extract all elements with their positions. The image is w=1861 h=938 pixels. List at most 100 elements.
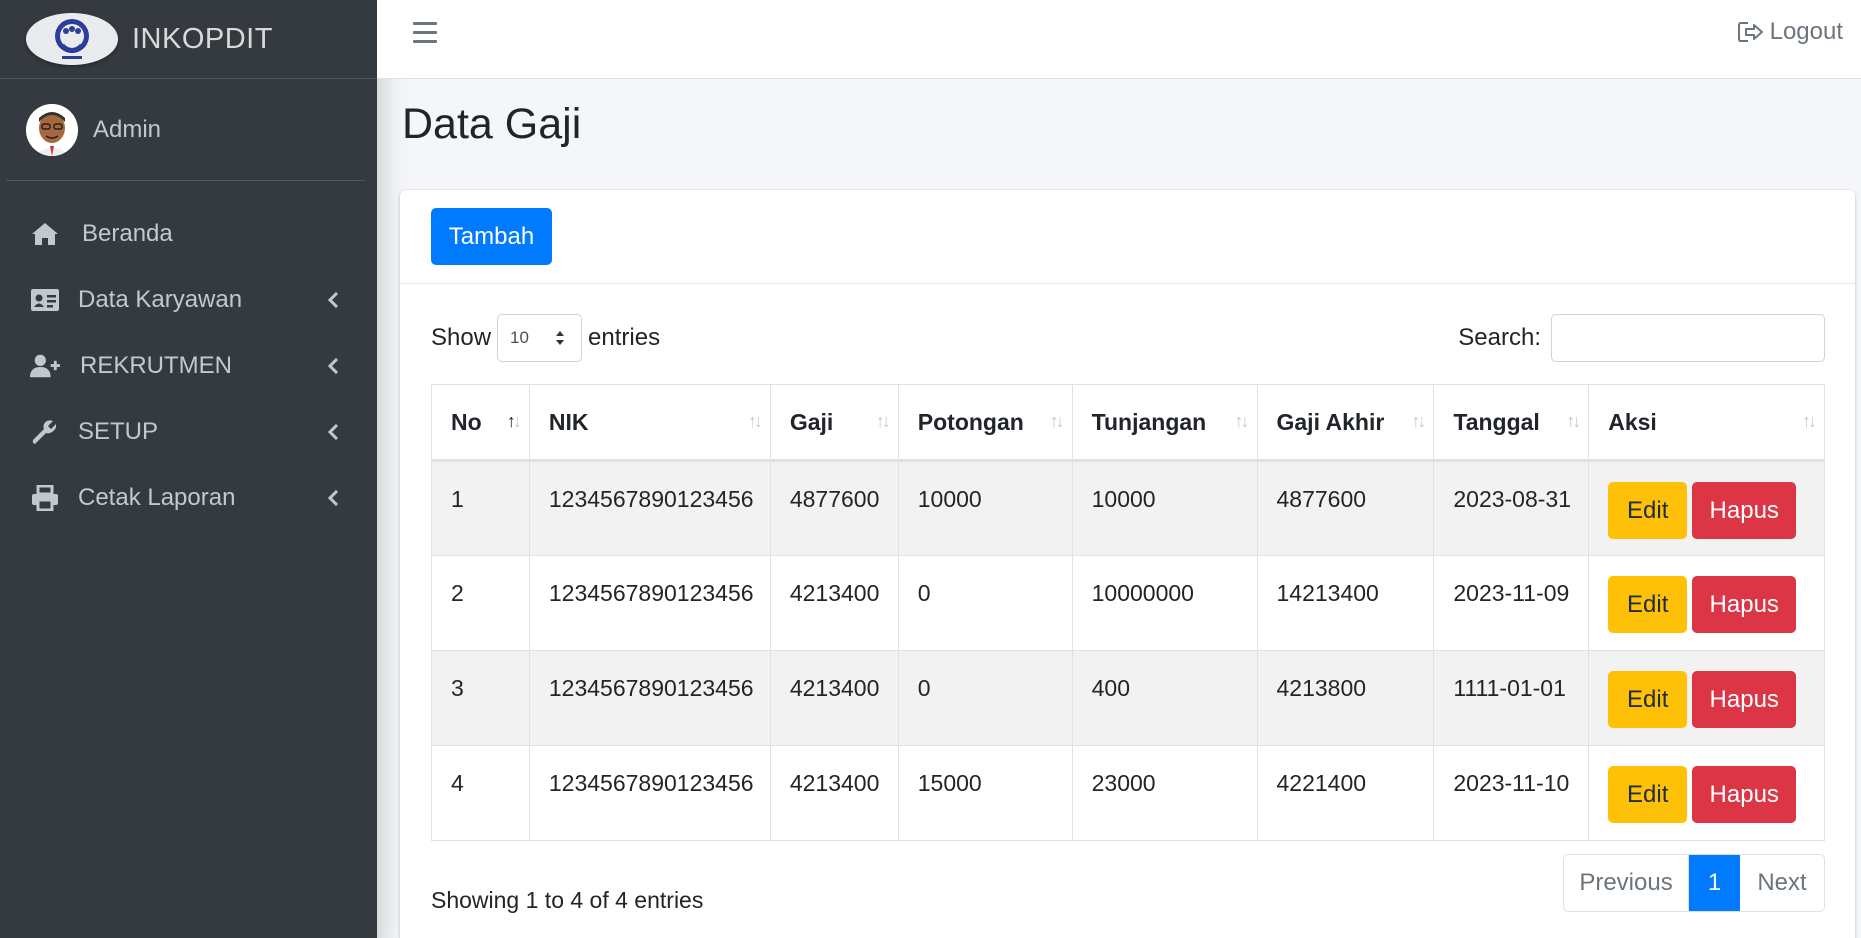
salary-table: No ↑↓ NIK ↑↓ Gaji ↑↓ Potongan ↑↓ Tunjangan ↑↓… [431, 384, 1825, 841]
sort-icon: ↑↓ [1566, 411, 1581, 431]
sidebar-item-label: REKRUTMEN [80, 352, 233, 379]
page-1-button[interactable]: 1 [1689, 855, 1740, 911]
cell-aksi: Edit Hapus [1588, 745, 1825, 841]
entries-label: entries [588, 324, 661, 351]
table-info: Showing 1 to 4 of 4 entries [431, 887, 704, 913]
cell-tanggal: 2023-11-09 [1433, 555, 1590, 651]
edit-button[interactable]: Edit [1608, 671, 1688, 728]
avatar [26, 103, 78, 156]
edit-button[interactable]: Edit [1608, 576, 1688, 633]
menu-toggle-icon[interactable] [413, 22, 437, 44]
cell-aksi: Edit Hapus [1588, 555, 1825, 651]
sidebar-item-rekrutmen[interactable]: REKRUTMEN [0, 333, 377, 399]
cell-no: 1 [431, 460, 530, 556]
pagination: Previous 1 Next [1563, 854, 1825, 912]
sidebar: INKOPDIT Admin Beranda Data Karyawan REK… [0, 0, 377, 938]
search-input[interactable] [1551, 314, 1825, 362]
chevron-left-icon [327, 488, 341, 508]
cell-aksi: Edit Hapus [1588, 650, 1825, 746]
cell-potongan: 0 [897, 650, 1073, 746]
card-header: Tambah [400, 190, 1855, 284]
add-button[interactable]: Tambah [431, 208, 552, 265]
sort-icon: ↑↓ [1802, 411, 1817, 431]
show-label: Show [431, 324, 492, 351]
column-header-gaji[interactable]: Gaji ↑↓ [769, 384, 899, 462]
search-label: Search: [1458, 324, 1541, 351]
sign-out-icon [1737, 22, 1763, 42]
logout-link[interactable]: Logout [1737, 18, 1843, 46]
column-header-tanggal[interactable]: Tanggal ↑↓ [1433, 384, 1590, 462]
sort-arrows-icon [556, 331, 565, 345]
column-header-no[interactable]: No ↑↓ [431, 384, 530, 462]
user-name: Admin [93, 115, 162, 143]
table-header-row: No ↑↓ NIK ↑↓ Gaji ↑↓ Potongan ↑↓ Tunjangan ↑↓… [431, 384, 1825, 462]
delete-button[interactable]: Hapus [1692, 766, 1797, 823]
sidebar-item-setup[interactable]: SETUP [0, 399, 377, 465]
sort-icon: ↑↓ [1411, 411, 1426, 431]
previous-page-button[interactable]: Previous [1564, 855, 1689, 911]
column-header-gaji-akhir[interactable]: Gaji Akhir ↑↓ [1256, 384, 1435, 462]
sidebar-item-cetak-laporan[interactable]: Cetak Laporan [0, 465, 377, 531]
chevron-left-icon [327, 356, 341, 376]
cell-potongan: 15000 [897, 745, 1073, 841]
user-plus-icon [30, 351, 60, 381]
chevron-left-icon [327, 290, 341, 310]
cell-tunjangan: 23000 [1071, 745, 1258, 841]
search-control: Search: [1458, 314, 1825, 362]
sort-icon: ↑↓ [747, 411, 763, 431]
logout-label: Logout [1769, 18, 1843, 45]
sort-asc-icon: ↑↓ [506, 411, 522, 431]
edit-button[interactable]: Edit [1608, 766, 1688, 823]
brand-name: INKOPDIT [132, 22, 273, 55]
cell-tunjangan: 10000000 [1071, 555, 1258, 651]
cell-nik: 1234567890123456 [528, 745, 771, 841]
delete-button[interactable]: Hapus [1692, 576, 1797, 633]
delete-button[interactable]: Hapus [1692, 671, 1797, 728]
cell-tunjangan: 10000 [1071, 460, 1258, 556]
sidebar-item-beranda[interactable]: Beranda [0, 201, 377, 267]
cell-nik: 1234567890123456 [528, 555, 771, 651]
column-header-aksi[interactable]: Aksi ↑↓ [1588, 384, 1825, 462]
sort-icon: ↑↓ [875, 411, 891, 431]
id-card-icon [30, 285, 60, 315]
sidebar-item-label: Data Karyawan [78, 286, 243, 313]
wrench-icon [30, 417, 60, 447]
delete-button[interactable]: Hapus [1692, 482, 1797, 539]
edit-button[interactable]: Edit [1608, 482, 1688, 539]
cell-no: 2 [431, 555, 530, 651]
sort-icon: ↑↓ [1234, 411, 1250, 431]
cell-gaji: 4877600 [769, 460, 899, 556]
home-icon [30, 219, 60, 249]
sidebar-item-label: Beranda [82, 220, 173, 247]
cell-nik: 1234567890123456 [528, 460, 771, 556]
cell-no: 3 [431, 650, 530, 746]
column-header-potongan[interactable]: Potongan ↑↓ [897, 384, 1073, 462]
cell-gaji: 4213400 [769, 650, 899, 746]
cell-gaji-akhir: 4213800 [1256, 650, 1435, 746]
salary-card: Tambah Show 10 entries Search: No ↑↓ NIK ↑… [400, 190, 1855, 938]
page-length-control: Show 10 entries [431, 314, 660, 362]
cell-gaji: 4213400 [769, 555, 899, 651]
cell-tanggal: 2023-08-31 [1433, 460, 1590, 556]
page-length-value: 10 [510, 328, 529, 347]
cell-tanggal: 1111-01-01 [1433, 650, 1590, 746]
chevron-left-icon [327, 422, 341, 442]
page-length-select[interactable]: 10 [497, 314, 583, 362]
cell-potongan: 10000 [897, 460, 1073, 556]
sidebar-item-label: SETUP [78, 418, 159, 445]
table-row: 1 1234567890123456 4877600 10000 10000 4… [431, 460, 1825, 556]
page-title: Data Gaji [402, 100, 582, 148]
cell-tanggal: 2023-11-10 [1433, 745, 1590, 841]
user-panel[interactable]: Admin [6, 79, 365, 181]
cell-gaji: 4213400 [769, 745, 899, 841]
brand-link[interactable]: INKOPDIT [0, 0, 377, 79]
cell-potongan: 0 [897, 555, 1073, 651]
column-header-tunjangan[interactable]: Tunjangan ↑↓ [1071, 384, 1258, 462]
printer-icon [30, 483, 60, 513]
column-header-nik[interactable]: NIK ↑↓ [528, 384, 771, 462]
cell-nik: 1234567890123456 [528, 650, 771, 746]
sidebar-item-label: Cetak Laporan [78, 484, 236, 511]
table-row: 4 1234567890123456 4213400 15000 23000 4… [431, 745, 1825, 841]
next-page-button[interactable]: Next [1740, 855, 1824, 911]
sidebar-item-data-karyawan[interactable]: Data Karyawan [0, 267, 377, 333]
